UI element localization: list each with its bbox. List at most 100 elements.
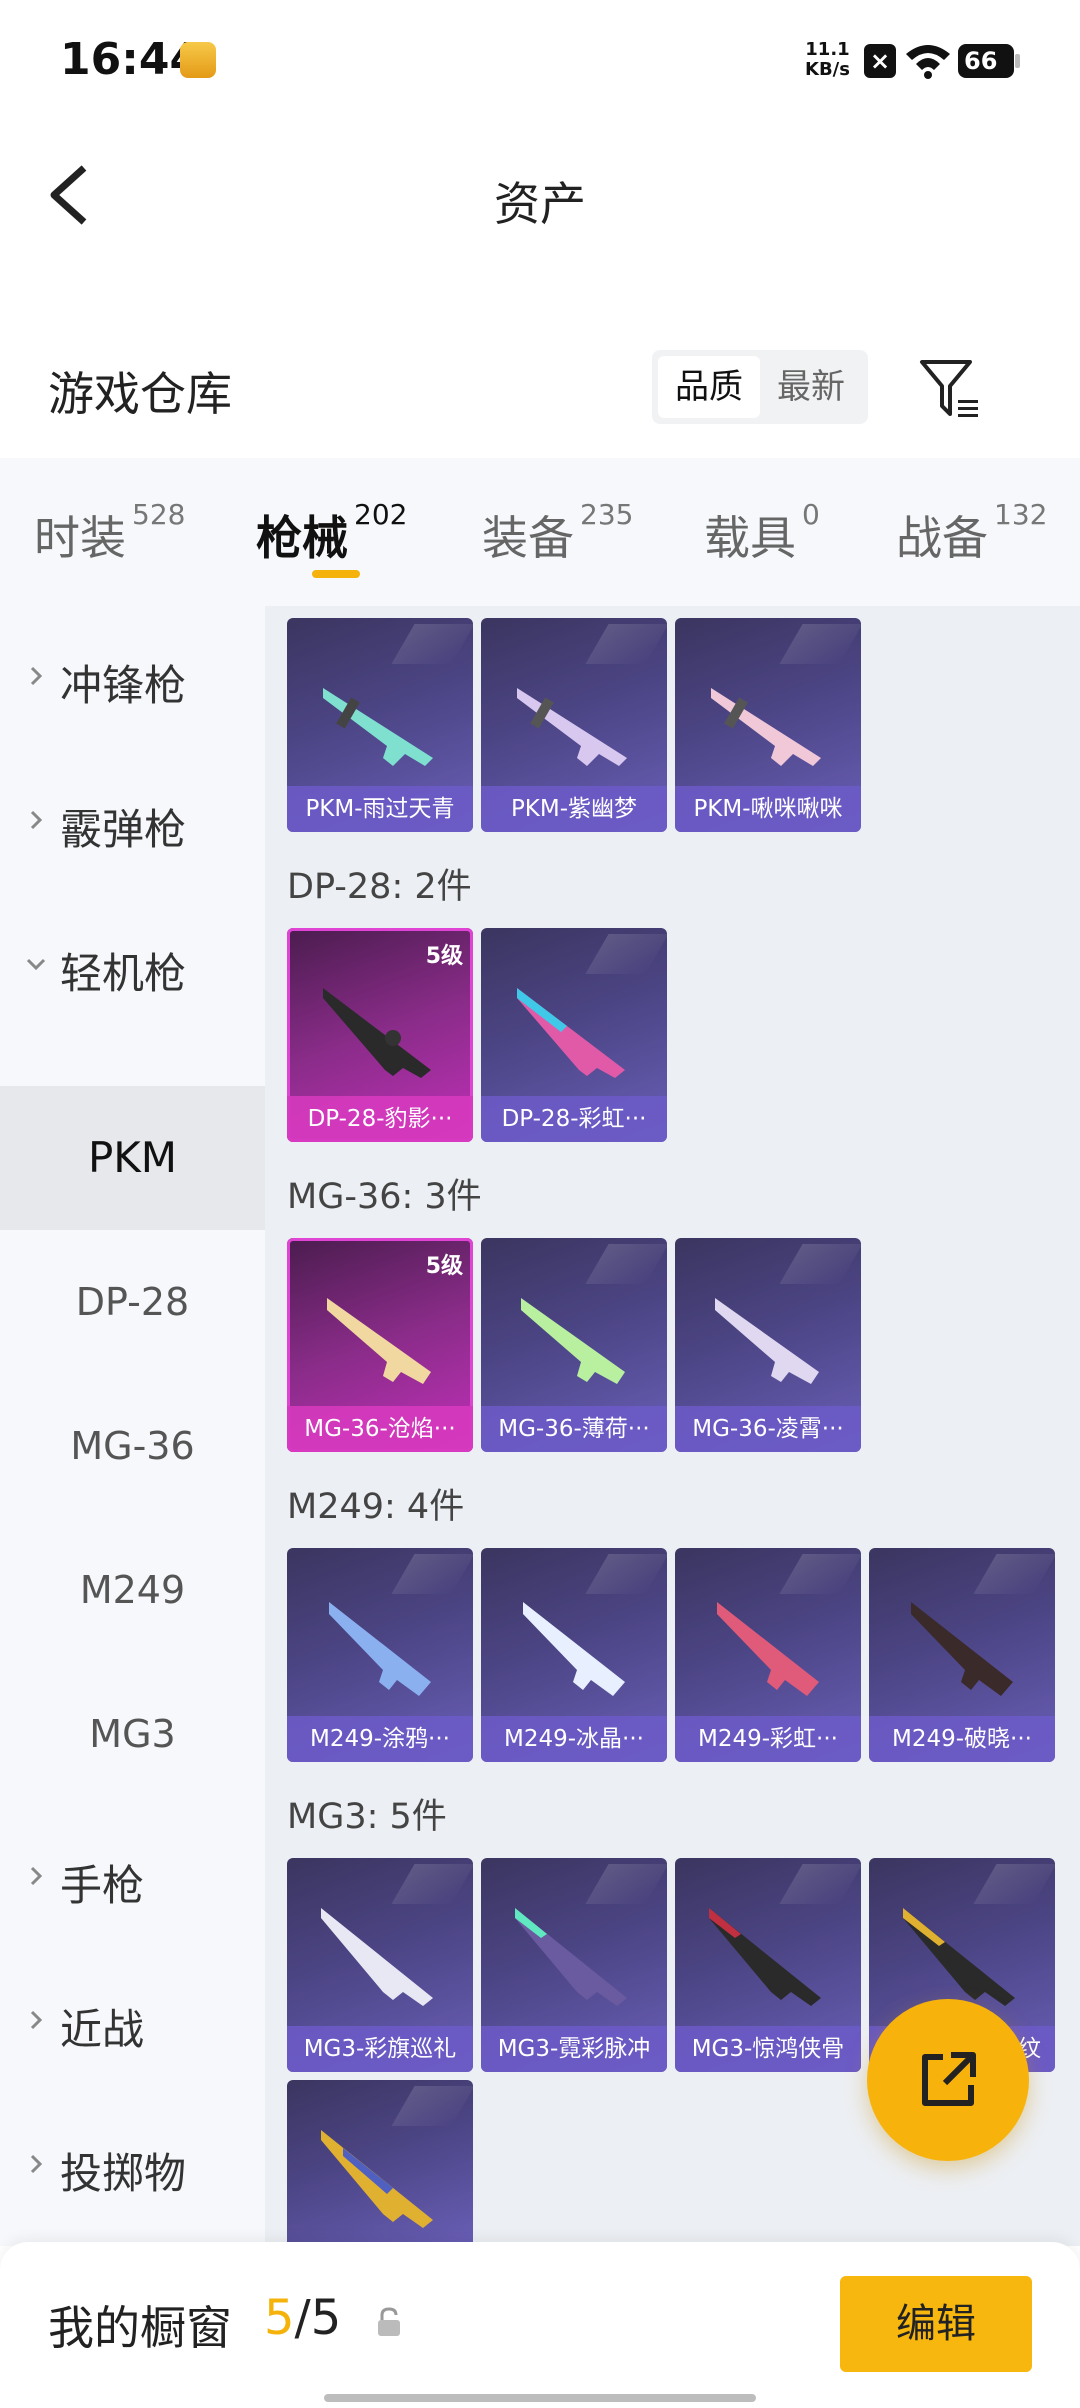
showcase-label: 我的橱窗 xyxy=(48,2301,232,2355)
wifi-icon xyxy=(906,45,950,79)
weapon-card[interactable]: M249-涂鸦··· xyxy=(287,1548,473,1762)
tab-count: 202 xyxy=(354,498,408,531)
tab-label: 装备 xyxy=(482,511,574,565)
tab-supplies[interactable]: 战备 132 xyxy=(896,498,1047,568)
sidebar-item-throwable[interactable]: 投掷物 xyxy=(0,2094,265,2238)
weapon-card[interactable]: M249-冰晶··· xyxy=(481,1548,667,1762)
sidebar-item-label: 霰弹枪 xyxy=(60,805,187,854)
gun-skin-icon xyxy=(911,1602,1013,1696)
weapon-card[interactable]: M249-彩虹··· xyxy=(675,1548,861,1762)
sidebar-item-shotgun[interactable]: 霰弹枪 xyxy=(0,750,265,894)
weapon-card[interactable]: MG3-霓彩脉冲 xyxy=(481,1858,667,2072)
sidebar-sub-pkm[interactable]: PKM xyxy=(0,1086,265,1230)
card-caption: MG-36-沧焰··· xyxy=(287,1406,473,1452)
card-caption: DP-28-豹影··· xyxy=(287,1096,473,1142)
weapon-card[interactable]: 5级 DP-28-豹影··· xyxy=(287,928,473,1142)
sidebar-item-pistol[interactable]: 手枪 xyxy=(0,1806,265,1950)
weapon-card[interactable]: PKM-啾咪啾咪 xyxy=(675,618,861,832)
weapon-card[interactable]: PKM-雨过天青 xyxy=(287,618,473,832)
gun-skin-icon xyxy=(717,1602,819,1696)
card-caption: PKM-雨过天青 xyxy=(287,786,473,832)
sidebar-item-label: 冲锋枪 xyxy=(60,661,187,710)
tab-firearms[interactable]: 枪械 202 xyxy=(256,498,407,568)
gun-skin-icon xyxy=(523,1602,625,1696)
gun-skin-icon xyxy=(711,688,821,766)
group-label-dp28: DP-28: 2件 xyxy=(287,867,472,907)
tab-label: 枪械 xyxy=(256,511,348,565)
gun-skin-icon xyxy=(515,1908,627,2006)
card-caption: M249-涂鸦··· xyxy=(287,1716,473,1762)
sidebar-item-label: 投掷物 xyxy=(60,2149,187,2198)
tab-count: 132 xyxy=(994,498,1048,531)
sort-newest-button[interactable]: 最新 xyxy=(760,356,862,418)
sidebar-sub-mg36[interactable]: MG-36 xyxy=(0,1374,265,1518)
tab-label: 载具 xyxy=(704,511,796,565)
gun-skin-icon xyxy=(321,2130,433,2228)
chevron-right-icon xyxy=(30,1866,43,1886)
chevron-right-icon xyxy=(30,810,43,830)
card-caption: M249-破晓··· xyxy=(869,1716,1055,1762)
chevron-right-icon xyxy=(30,2154,43,2174)
share-button[interactable] xyxy=(867,1999,1029,2161)
status-bar: 16:44 11.1 KB/s × 66 xyxy=(0,0,1080,120)
active-tab-indicator xyxy=(312,570,360,578)
weapon-card[interactable]: MG3-彩旗巡礼 xyxy=(287,1858,473,2072)
gun-skin-icon xyxy=(323,988,431,1078)
group-label-m249: M249: 4件 xyxy=(287,1487,465,1527)
card-caption: MG3-惊鸿侠骨 xyxy=(675,2026,861,2072)
sidebar-item-label: 轻机枪 xyxy=(60,949,187,998)
weapon-card[interactable] xyxy=(287,2080,473,2246)
chevron-down-icon xyxy=(26,958,46,971)
gun-skin-icon xyxy=(327,1298,431,1384)
sort-toggle: 品质 最新 xyxy=(652,350,868,424)
page-title: 资产 xyxy=(494,177,586,231)
edit-button[interactable]: 编辑 xyxy=(840,2276,1032,2372)
sidebar-sub-dp28[interactable]: DP-28 xyxy=(0,1230,265,1374)
sidebar-sub-mg3[interactable]: MG3 xyxy=(0,1662,265,1806)
sidebar-item-label: 手枪 xyxy=(60,1861,145,1910)
chevron-right-icon xyxy=(30,2010,43,2030)
tab-label: 战备 xyxy=(896,511,988,565)
weapon-card[interactable]: DP-28-彩虹··· xyxy=(481,928,667,1142)
tab-label: 时装 xyxy=(34,511,126,565)
filter-icon[interactable] xyxy=(918,356,982,420)
chevron-right-icon xyxy=(30,666,43,686)
share-icon xyxy=(922,2052,976,2106)
tab-vehicles[interactable]: 载具 0 xyxy=(704,498,820,568)
sidebar-item-label: 近战 xyxy=(60,2005,145,2054)
gun-skin-icon xyxy=(709,1908,821,2006)
gun-skin-icon xyxy=(903,1908,1015,2006)
sidebar-item-lmg[interactable]: 轻机枪 xyxy=(0,894,265,1038)
showcase-count: 5/5 xyxy=(264,2290,341,2346)
weapon-card[interactable]: 5级 MG-36-沧焰··· xyxy=(287,1238,473,1452)
card-caption: MG-36-凌霄··· xyxy=(675,1406,861,1452)
sidebar-item-melee[interactable]: 近战 xyxy=(0,1950,265,2094)
weapon-card[interactable]: M249-破晓··· xyxy=(869,1548,1055,1762)
weapon-card[interactable]: MG3-惊鸿侠骨 xyxy=(675,1858,861,2072)
lock-icon xyxy=(378,2307,400,2336)
card-caption: M249-彩虹··· xyxy=(675,1716,861,1762)
app-notification-icon xyxy=(180,42,216,78)
home-indicator[interactable] xyxy=(324,2394,756,2402)
tab-fashion[interactable]: 时装 528 xyxy=(34,498,185,568)
group-label-mg36: MG-36: 3件 xyxy=(287,1177,482,1217)
card-caption: M249-冰晶··· xyxy=(481,1716,667,1762)
tab-equipment[interactable]: 装备 235 xyxy=(482,498,633,568)
sidebar-item-smg[interactable]: 冲锋枪 xyxy=(0,606,265,750)
battery-icon: 66 xyxy=(958,44,1020,78)
net-speed-unit: KB/s xyxy=(805,59,850,80)
tab-count: 235 xyxy=(580,498,634,531)
net-speed-value: 11.1 xyxy=(805,39,850,60)
weapon-card[interactable]: PKM-紫幽梦 xyxy=(481,618,667,832)
weapon-card[interactable]: MG-36-凌霄··· xyxy=(675,1238,861,1452)
category-tabs: 时装 528 枪械 202 装备 235 载具 0 战备 132 xyxy=(0,458,1080,606)
network-speed: 11.1 KB/s xyxy=(805,40,850,80)
sidebar-sub-m249[interactable]: M249 xyxy=(0,1518,265,1662)
weapon-card[interactable]: MG-36-薄荷··· xyxy=(481,1238,667,1452)
gun-skin-icon xyxy=(517,688,627,766)
sim-off-icon: × xyxy=(864,44,896,78)
repo-title: 游戏仓库 xyxy=(48,367,232,421)
showcase-bar: 我的橱窗 5/5 编辑 xyxy=(0,2242,1080,2408)
card-caption: MG-36-薄荷··· xyxy=(481,1406,667,1452)
sort-quality-button[interactable]: 品质 xyxy=(658,356,760,418)
